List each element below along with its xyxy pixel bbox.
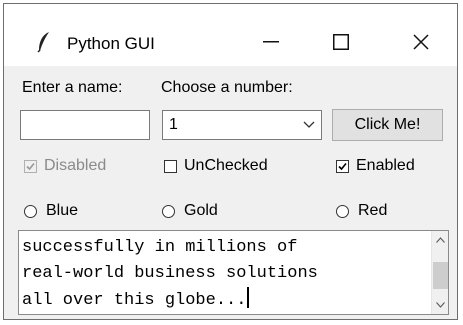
maximize-icon <box>333 34 349 50</box>
chevron-down-icon[interactable] <box>303 121 315 129</box>
text-line: successfully in millions of <box>22 238 298 257</box>
number-label: Choose a number: <box>161 79 293 96</box>
checkbox-unchecked[interactable]: UnChecked <box>164 155 268 177</box>
radio-blue[interactable]: Blue <box>24 200 78 222</box>
scrolled-text[interactable]: successfully in millions of real-world b… <box>18 230 449 315</box>
minimize-icon <box>263 41 279 43</box>
title-bar[interactable]: Python GUI <box>4 4 457 66</box>
radio-label: Blue <box>46 202 79 219</box>
name-entry[interactable] <box>20 110 150 140</box>
click-me-button[interactable]: Click Me! <box>332 109 443 141</box>
radio-red[interactable]: Red <box>336 200 387 222</box>
radio-circle[interactable] <box>336 204 349 218</box>
checkbox-label: UnChecked <box>184 157 268 174</box>
radio-gold[interactable]: Gold <box>162 200 218 222</box>
maximize-button[interactable] <box>312 22 370 62</box>
checkbox-enabled[interactable]: Enabled <box>336 155 415 177</box>
window-title: Python GUI <box>67 34 155 53</box>
scroll-down-icon[interactable] <box>436 302 445 308</box>
close-icon <box>413 34 429 50</box>
checkbox-box <box>24 159 37 173</box>
feather-icon <box>37 32 49 53</box>
checkbox-box[interactable] <box>164 159 177 173</box>
number-combobox[interactable]: 1 <box>162 110 322 140</box>
radio-circle[interactable] <box>24 204 37 218</box>
text-cursor <box>247 287 250 308</box>
combobox-value: 1 <box>169 116 178 133</box>
checkmark-icon <box>338 162 347 170</box>
name-label: Enter a name: <box>22 79 123 96</box>
text-content[interactable]: successfully in millions of real-world b… <box>22 235 318 314</box>
checkbox-disabled: Disabled <box>24 155 106 177</box>
scrollbar-thumb[interactable] <box>433 262 448 289</box>
vertical-scrollbar[interactable] <box>431 231 448 314</box>
checkbox-label: Enabled <box>356 157 415 174</box>
text-line: all over this globe... <box>22 291 247 310</box>
minimize-button[interactable] <box>242 22 300 62</box>
python-gui-window: Python GUI Enter a name: Choose a number… <box>3 3 458 320</box>
radio-circle[interactable] <box>162 204 175 218</box>
checkmark-icon <box>26 162 35 170</box>
text-line: real-world business solutions <box>22 264 318 283</box>
radio-label: Red <box>358 202 388 219</box>
scroll-up-icon[interactable] <box>436 237 445 243</box>
close-button[interactable] <box>392 22 450 62</box>
checkbox-box[interactable] <box>336 159 349 173</box>
radio-label: Gold <box>184 202 218 219</box>
checkbox-label: Disabled <box>44 157 107 174</box>
